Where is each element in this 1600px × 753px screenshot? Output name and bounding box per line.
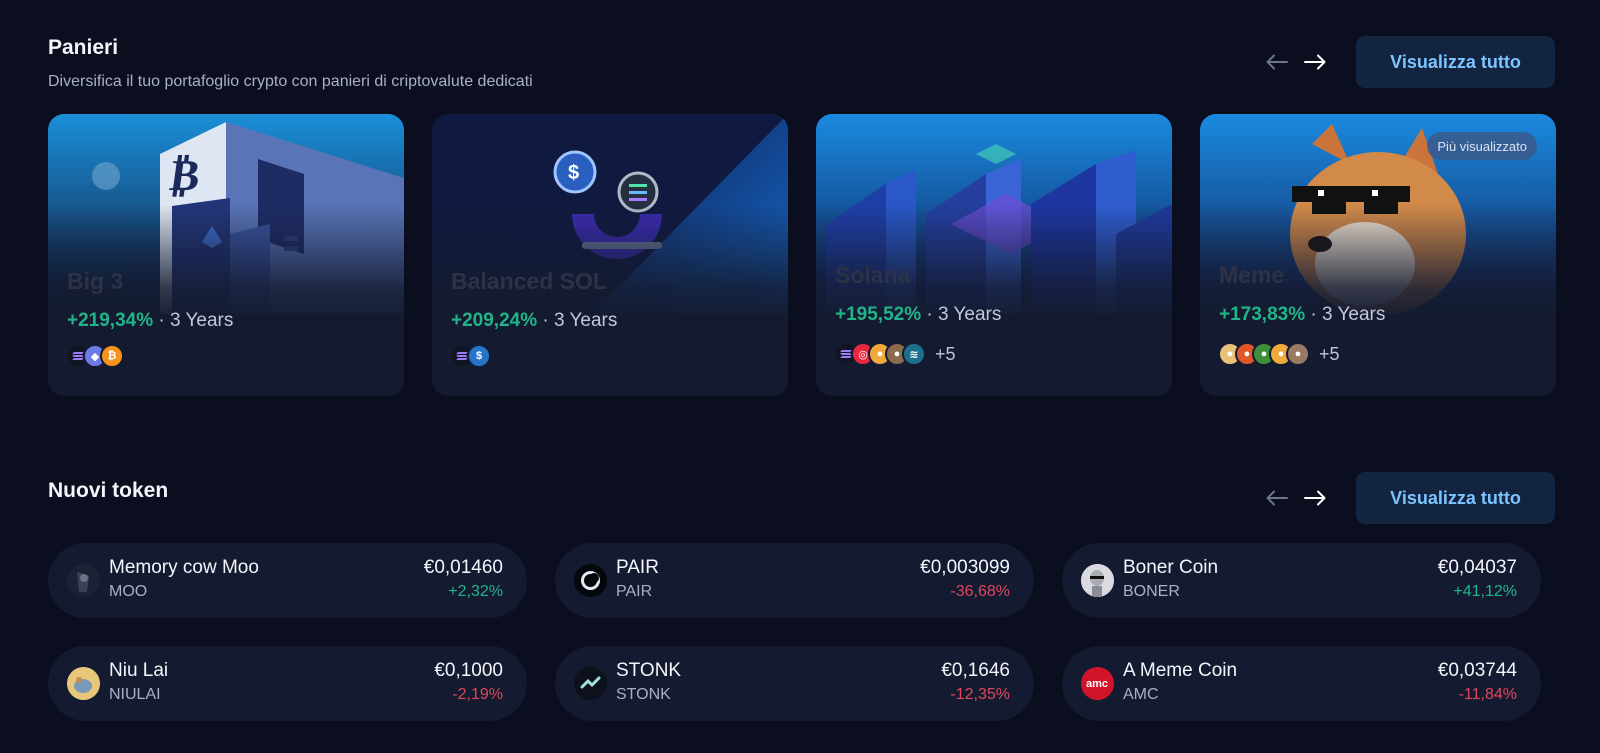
bitcoin-icon: ₿: [100, 344, 124, 368]
token-symbol: NIULAI: [109, 686, 161, 703]
baskets-section-title: Panieri: [48, 36, 119, 59]
baskets-section-subtitle: Diversifica il tuo portafoglio crypto co…: [48, 73, 533, 90]
basket-card-balanced-sol[interactable]: $ Balanced SOL +209,24% · 3 Years $: [432, 114, 788, 396]
basket-fade-overlay: [432, 204, 788, 324]
token-change: -2,19%: [452, 686, 503, 703]
basket-fade-overlay: [48, 204, 404, 324]
basket-more-count: +5: [1319, 343, 1340, 364]
tokens-next-arrow-icon[interactable]: [1301, 484, 1329, 512]
token-row-boner[interactable]: Boner Coin BONER €0,04037 +41,12%: [1062, 543, 1541, 618]
basket-name: Balanced SOL: [451, 268, 607, 294]
baskets-next-arrow-icon[interactable]: [1301, 48, 1329, 76]
basket-name: Solana: [835, 262, 911, 288]
token-price: €0,1646: [941, 660, 1010, 681]
token-symbol: AMC: [1123, 686, 1159, 703]
token-price: €0,003099: [920, 557, 1010, 578]
token-name: A Meme Coin: [1123, 660, 1238, 681]
tokens-prev-arrow-icon[interactable]: [1263, 484, 1291, 512]
basket-coin-list: ◆ ₿: [66, 344, 124, 368]
wif-icon: ●: [1286, 342, 1310, 366]
token-row-moo[interactable]: Memory cow Moo MOO €0,01460 +2,32%: [48, 543, 527, 618]
basket-card-meme[interactable]: Più visualizzato Meme +173,83% · 3 Years…: [1200, 114, 1556, 396]
tokens-section-title: Nuovi token: [48, 479, 169, 502]
pair-token-icon: [574, 564, 607, 597]
most-viewed-badge: Più visualizzato: [1427, 132, 1537, 160]
token-row-pair[interactable]: PAIR PAIR €0,003099 -36,68%: [555, 543, 1034, 618]
basket-performance: +195,52% · 3 Years: [835, 304, 1001, 326]
token-row-niulai[interactable]: Niu Lai NIULAI €0,1000 -2,19%: [48, 646, 527, 721]
token-symbol: BONER: [1123, 583, 1180, 600]
basket-performance: +219,34% · 3 Years: [67, 310, 233, 332]
token-price: €0,1000: [434, 660, 503, 681]
basket-name: Meme: [1219, 262, 1285, 288]
token-name: Boner Coin: [1123, 557, 1219, 578]
token-row-amc[interactable]: amc A Meme Coin AMC €0,03744 -11,84%: [1062, 646, 1541, 721]
token-symbol: STONK: [616, 686, 671, 703]
baskets-prev-arrow-icon[interactable]: [1263, 48, 1291, 76]
basket-performance: +209,24% · 3 Years: [451, 310, 617, 332]
token-change: +2,32%: [448, 583, 503, 600]
token-name: PAIR: [616, 557, 659, 578]
basket-coin-list: ● ● ● ● ● +5: [1218, 342, 1340, 366]
token-change: -36,68%: [950, 583, 1010, 600]
basket-coin-list: $: [450, 344, 491, 368]
token-price: €0,03744: [1437, 660, 1517, 681]
svg-text:amc: amc: [1086, 678, 1108, 690]
basket-period: · 3 Years: [158, 310, 234, 331]
baskets-carousel: ₿ Big 3 +219,34% · 3 Years ◆ ₿ $ Balance…: [48, 114, 1556, 396]
boner-token-icon: [1081, 564, 1114, 597]
token-change: -12,35%: [950, 686, 1010, 703]
basket-period: · 3 Years: [542, 310, 618, 331]
tokens-view-all-button[interactable]: Visualizza tutto: [1356, 472, 1555, 524]
basket-name: Big 3: [67, 268, 124, 294]
token-name: Memory cow Moo: [109, 557, 259, 578]
token-change: -11,84%: [1458, 686, 1517, 703]
basket-more-count: +5: [935, 343, 956, 364]
basket-period: · 3 Years: [926, 304, 1002, 325]
basket-change: +209,24%: [451, 310, 538, 331]
basket-card-big3[interactable]: ₿ Big 3 +219,34% · 3 Years ◆ ₿: [48, 114, 404, 396]
token-row-stonk[interactable]: STONK STONK €0,1646 -12,35%: [555, 646, 1034, 721]
basket-coin-list: ◎ ● ● ≋ +5: [834, 342, 956, 366]
usdc-icon: $: [467, 344, 491, 368]
moo-token-icon: [67, 564, 100, 597]
token-price: €0,01460: [423, 557, 503, 578]
basket-card-solana[interactable]: Solana +195,52% · 3 Years ◎ ● ● ≋ +5: [816, 114, 1172, 396]
token-change: +41,12%: [1453, 583, 1517, 600]
basket-change: +173,83%: [1219, 304, 1306, 325]
wave-icon: ≋: [902, 342, 926, 366]
basket-performance: +173,83% · 3 Years: [1219, 304, 1385, 326]
svg-text:$: $: [568, 162, 579, 184]
basket-change: +219,34%: [67, 310, 154, 331]
stonk-token-icon: [574, 667, 607, 700]
niulai-token-icon: [67, 667, 100, 700]
baskets-view-all-button[interactable]: Visualizza tutto: [1356, 36, 1555, 88]
token-name: STONK: [616, 660, 682, 681]
token-symbol: MOO: [109, 583, 148, 600]
token-symbol: PAIR: [616, 583, 653, 600]
token-price: €0,04037: [1437, 557, 1517, 578]
basket-period: · 3 Years: [1310, 304, 1386, 325]
amc-token-icon: amc: [1081, 667, 1114, 700]
token-name: Niu Lai: [109, 660, 169, 681]
basket-change: +195,52%: [835, 304, 922, 325]
